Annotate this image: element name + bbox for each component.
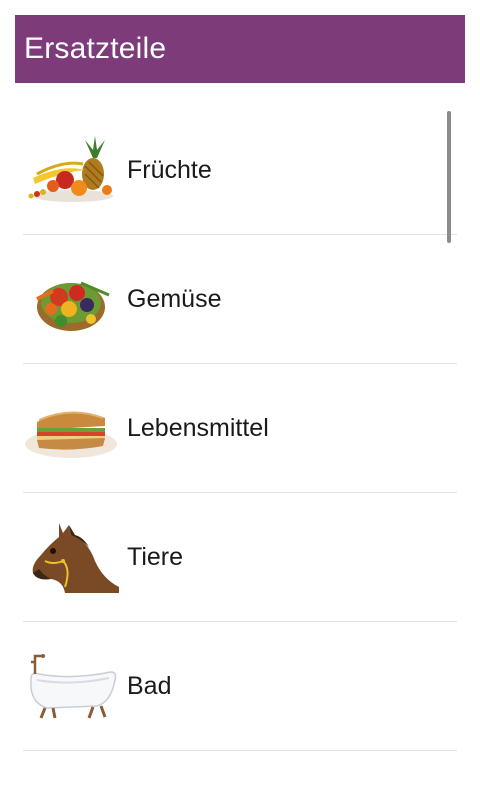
- title-bar: Ersatzteile: [15, 15, 465, 83]
- list-item-tiere[interactable]: Tiere: [23, 493, 457, 622]
- app-screen: Ersatzteile Früchte Gemüse Lebensmittel …: [0, 0, 480, 800]
- horse-icon: [23, 521, 119, 593]
- list-item-gemuese[interactable]: Gemüse: [23, 235, 457, 364]
- scrollbar[interactable]: [447, 111, 451, 243]
- vegetables-icon: [23, 263, 119, 335]
- list-item-label: Lebensmittel: [127, 413, 269, 442]
- page-title: Ersatzteile: [24, 32, 167, 65]
- list-item-label: Tiere: [127, 542, 184, 571]
- list-item-label: Gemüse: [127, 284, 222, 313]
- list-item-fruechte[interactable]: Früchte: [23, 106, 457, 235]
- list-item-bad[interactable]: Bad: [23, 622, 457, 751]
- sandwich-icon: [23, 392, 119, 464]
- list-item-label: Bad: [127, 671, 172, 700]
- fruits-icon: [23, 134, 119, 206]
- category-list: Früchte Gemüse Lebensmittel Tiere Bad: [23, 106, 457, 751]
- bathtub-icon: [23, 650, 119, 722]
- list-item-lebensmittel[interactable]: Lebensmittel: [23, 364, 457, 493]
- list-item-label: Früchte: [127, 155, 212, 184]
